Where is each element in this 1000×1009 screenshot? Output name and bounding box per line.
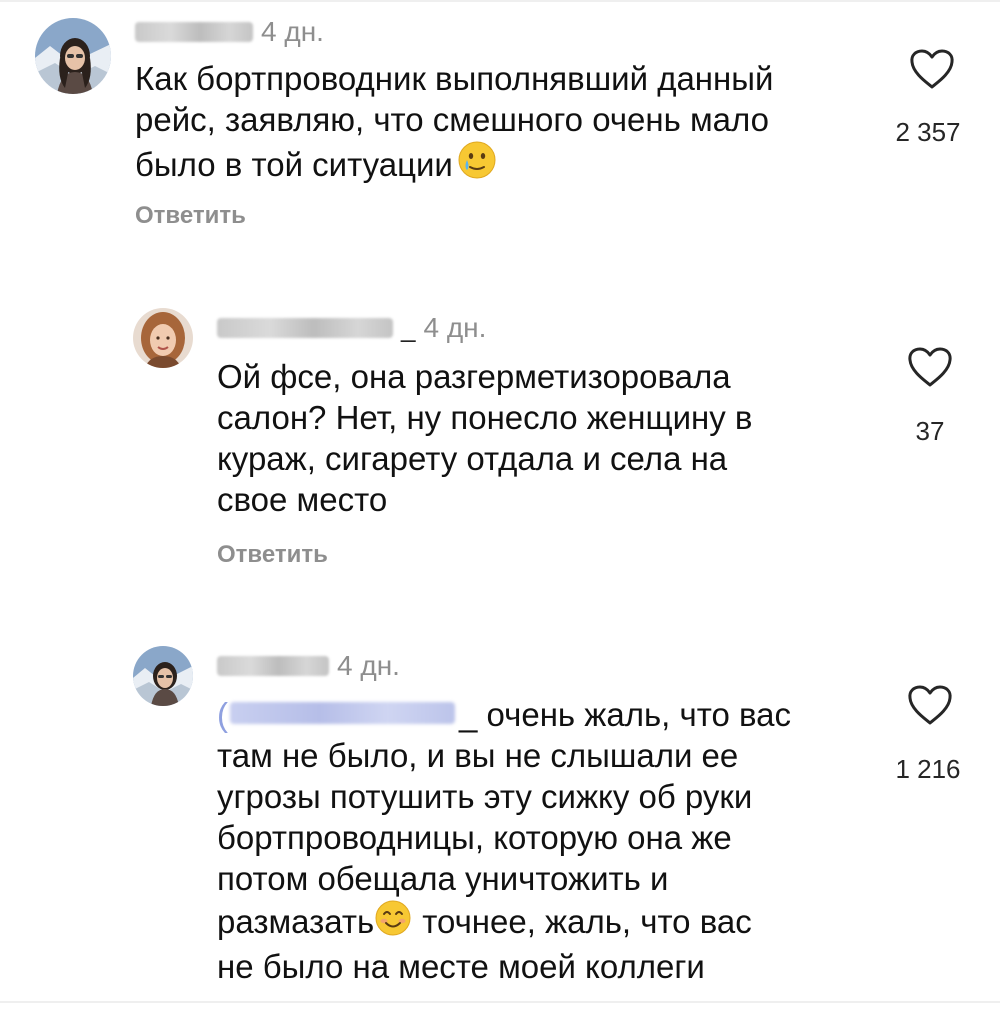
mention-paren: ( [217, 696, 228, 733]
avatar[interactable] [133, 646, 193, 706]
smiling-face-emoji-icon [374, 899, 412, 946]
mention-link-blurred[interactable] [230, 702, 455, 724]
comment-line-with-emoji: размазать точнее, жаль, что вас [217, 899, 791, 946]
like-count: 1 216 [895, 754, 961, 784]
comment-line: угрозы потушить эту сижку об руки [217, 778, 753, 815]
comment-line: очень жаль, что вас [486, 696, 791, 733]
comment-line: точнее, жаль, что вас [422, 903, 752, 940]
comment-line: размазать [217, 903, 375, 940]
comment-line: не было на месте моей коллеги [217, 948, 705, 985]
comment-3: 4 дн. ( _ очень жаль, что вас там не было… [0, 0, 1000, 1009]
bottom-divider [0, 1001, 1000, 1003]
comment-time: 4 дн. [337, 650, 400, 681]
username-blurred[interactable] [217, 656, 329, 676]
comment-line: там не было, и вы не слышали ее [217, 737, 739, 774]
comment-text: ( _ очень жаль, что вас там не было, и вы… [217, 694, 791, 987]
mention-tail: _ [459, 696, 478, 733]
comment-line: бортпроводницы, которую она же [217, 819, 732, 856]
heart-icon[interactable] [907, 684, 953, 726]
comment-line: потом обещала уничтожить и [217, 860, 669, 897]
comment-meta: 4 дн. [217, 650, 400, 682]
like-control [890, 684, 970, 726]
comment-line-with-mention: ( _ очень жаль, что вас [217, 694, 791, 735]
